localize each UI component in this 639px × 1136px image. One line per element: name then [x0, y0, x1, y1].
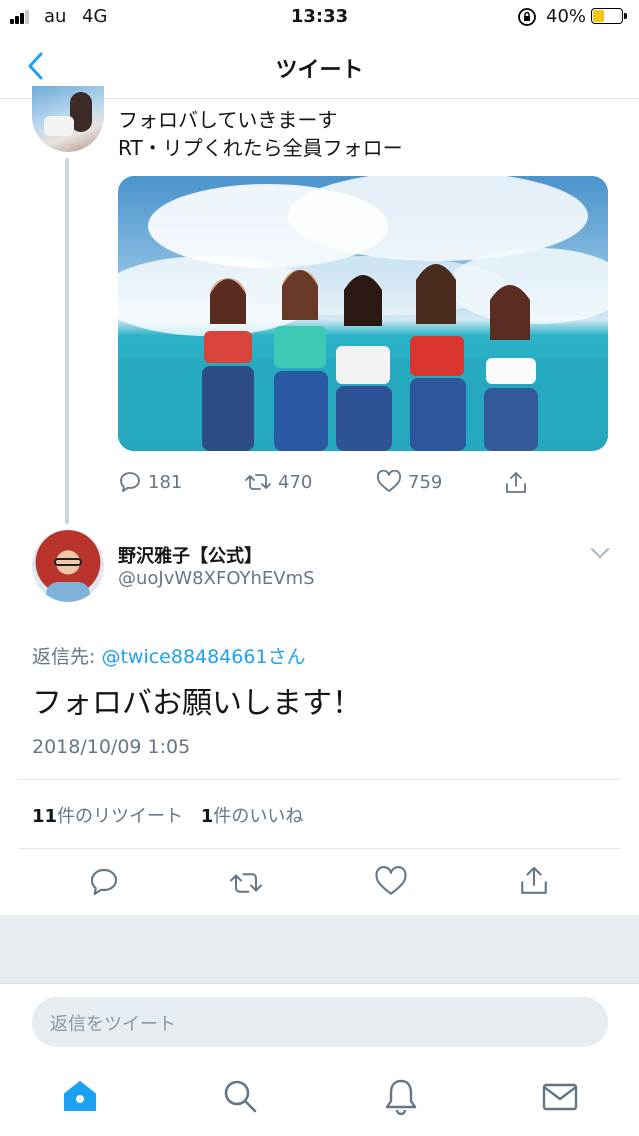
- retweet-action[interactable]: 470: [244, 470, 312, 494]
- thread-line: [65, 158, 69, 524]
- tab-bar: [0, 1062, 639, 1136]
- clock: 13:33: [290, 6, 349, 27]
- engagement-stats: 11件のリツイート 1件のいいね: [32, 802, 303, 828]
- retweet-count: 470: [278, 471, 313, 493]
- battery-icon: [591, 8, 629, 26]
- divider: [18, 848, 621, 849]
- like-stat[interactable]: 1件のいいね: [201, 806, 304, 827]
- divider: [18, 779, 621, 780]
- user-handle[interactable]: @uoJvW8XFOYhEVmS: [118, 568, 315, 589]
- retweet-stat-label: 件のリツイート: [57, 806, 184, 827]
- home-icon[interactable]: [62, 1078, 98, 1114]
- retweet-icon: [245, 474, 271, 490]
- bell-icon[interactable]: [383, 1077, 419, 1115]
- reply-context: 返信先: @twice88484661さん: [32, 642, 306, 669]
- reply-prefix: 返信先:: [32, 646, 102, 668]
- retweet-stat-count: 11: [32, 806, 58, 827]
- parent-tweet-text-line1: フォロバしていきまーす: [118, 108, 338, 132]
- mail-icon[interactable]: [542, 1082, 578, 1112]
- reply-icon: [120, 472, 140, 492]
- reply-action[interactable]: 181: [118, 470, 182, 494]
- share-icon[interactable]: [518, 864, 550, 898]
- like-count: 759: [408, 471, 443, 493]
- like-action[interactable]: 759: [376, 470, 442, 494]
- retweet-icon[interactable]: [228, 868, 264, 898]
- retweet-stat[interactable]: 11件のリツイート: [32, 806, 183, 827]
- share-icon[interactable]: [504, 470, 528, 496]
- chevron-down-icon[interactable]: [590, 546, 610, 560]
- page-title: ツイート: [275, 58, 364, 83]
- timestamp: 2018/10/09 1:05: [32, 736, 191, 758]
- avatar[interactable]: [32, 530, 104, 602]
- reply-icon[interactable]: [88, 866, 120, 898]
- orientation-lock-icon: [518, 8, 536, 26]
- parent-tweet-text-line2: RT・リプくれたら全員フォロー: [118, 136, 403, 160]
- battery-percent: 40%: [546, 6, 587, 27]
- search-icon[interactable]: [222, 1078, 258, 1114]
- reply-placeholder: 返信をツイート: [50, 1014, 176, 1035]
- heart-icon[interactable]: [374, 866, 408, 898]
- avatar[interactable]: [32, 86, 104, 152]
- tweet-text: フォロバお願いします！: [32, 686, 362, 721]
- like-stat-label: 件のいいね: [213, 806, 304, 827]
- reply-input[interactable]: 返信をツイート: [32, 997, 608, 1047]
- reply-count: 181: [148, 471, 183, 493]
- tweet-image[interactable]: [118, 176, 608, 451]
- section-gap: [0, 915, 639, 983]
- display-name[interactable]: 野沢雅子【公式】: [118, 542, 262, 568]
- reply-to-link[interactable]: @twice88484661さん: [101, 646, 305, 668]
- heart-icon: [377, 470, 401, 492]
- status-bar: au 4G 13:33 40%: [0, 0, 639, 34]
- like-stat-count: 1: [200, 806, 214, 827]
